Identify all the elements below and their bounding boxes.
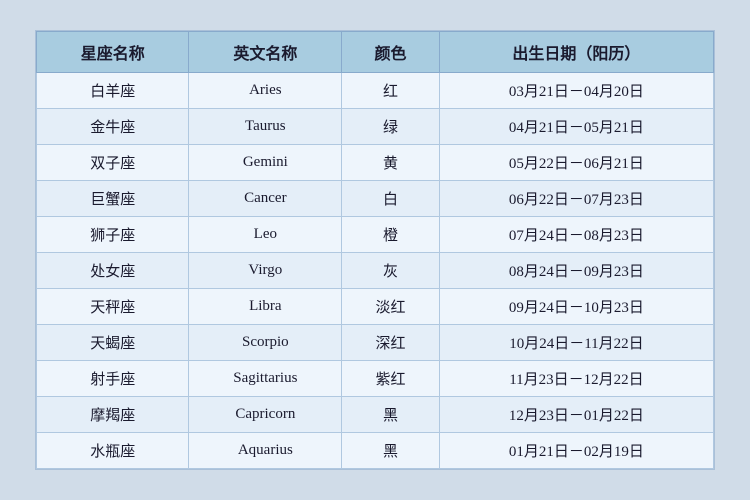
cell-english-name: Capricorn — [189, 397, 342, 433]
cell-dates: 12月23日－01月22日 — [439, 397, 713, 433]
cell-color: 白 — [342, 181, 440, 217]
table-row: 射手座Sagittarius紫红11月23日－12月22日 — [37, 361, 714, 397]
cell-chinese-name: 双子座 — [37, 145, 189, 181]
cell-dates: 08月24日－09月23日 — [439, 253, 713, 289]
header-chinese-name: 星座名称 — [37, 32, 189, 73]
cell-dates: 07月24日－08月23日 — [439, 217, 713, 253]
cell-chinese-name: 处女座 — [37, 253, 189, 289]
cell-english-name: Libra — [189, 289, 342, 325]
cell-dates: 10月24日－11月22日 — [439, 325, 713, 361]
cell-chinese-name: 巨蟹座 — [37, 181, 189, 217]
table-row: 摩羯座Capricorn黑12月23日－01月22日 — [37, 397, 714, 433]
cell-color: 红 — [342, 73, 440, 109]
cell-dates: 03月21日－04月20日 — [439, 73, 713, 109]
cell-chinese-name: 摩羯座 — [37, 397, 189, 433]
cell-english-name: Cancer — [189, 181, 342, 217]
cell-chinese-name: 狮子座 — [37, 217, 189, 253]
cell-chinese-name: 射手座 — [37, 361, 189, 397]
cell-color: 黄 — [342, 145, 440, 181]
table-row: 狮子座Leo橙07月24日－08月23日 — [37, 217, 714, 253]
cell-color: 黑 — [342, 433, 440, 469]
table-row: 天蝎座Scorpio深红10月24日－11月22日 — [37, 325, 714, 361]
cell-color: 绿 — [342, 109, 440, 145]
cell-dates: 09月24日－10月23日 — [439, 289, 713, 325]
cell-chinese-name: 金牛座 — [37, 109, 189, 145]
table-body: 白羊座Aries红03月21日－04月20日金牛座Taurus绿04月21日－0… — [37, 73, 714, 469]
cell-chinese-name: 水瓶座 — [37, 433, 189, 469]
cell-dates: 06月22日－07月23日 — [439, 181, 713, 217]
zodiac-table-container: 星座名称 英文名称 颜色 出生日期（阳历） 白羊座Aries红03月21日－04… — [35, 30, 715, 470]
cell-english-name: Sagittarius — [189, 361, 342, 397]
cell-color: 橙 — [342, 217, 440, 253]
table-row: 天秤座Libra淡红09月24日－10月23日 — [37, 289, 714, 325]
cell-dates: 01月21日－02月19日 — [439, 433, 713, 469]
zodiac-table: 星座名称 英文名称 颜色 出生日期（阳历） 白羊座Aries红03月21日－04… — [36, 31, 714, 469]
header-dates: 出生日期（阳历） — [439, 32, 713, 73]
cell-chinese-name: 白羊座 — [37, 73, 189, 109]
cell-english-name: Virgo — [189, 253, 342, 289]
table-row: 金牛座Taurus绿04月21日－05月21日 — [37, 109, 714, 145]
cell-chinese-name: 天秤座 — [37, 289, 189, 325]
header-english-name: 英文名称 — [189, 32, 342, 73]
cell-english-name: Scorpio — [189, 325, 342, 361]
cell-color: 灰 — [342, 253, 440, 289]
table-header-row: 星座名称 英文名称 颜色 出生日期（阳历） — [37, 32, 714, 73]
cell-chinese-name: 天蝎座 — [37, 325, 189, 361]
cell-color: 深红 — [342, 325, 440, 361]
cell-color: 淡红 — [342, 289, 440, 325]
cell-dates: 04月21日－05月21日 — [439, 109, 713, 145]
cell-english-name: Aries — [189, 73, 342, 109]
table-row: 巨蟹座Cancer白06月22日－07月23日 — [37, 181, 714, 217]
cell-english-name: Aquarius — [189, 433, 342, 469]
cell-dates: 05月22日－06月21日 — [439, 145, 713, 181]
table-row: 白羊座Aries红03月21日－04月20日 — [37, 73, 714, 109]
cell-english-name: Taurus — [189, 109, 342, 145]
cell-color: 紫红 — [342, 361, 440, 397]
cell-english-name: Gemini — [189, 145, 342, 181]
cell-english-name: Leo — [189, 217, 342, 253]
table-row: 双子座Gemini黄05月22日－06月21日 — [37, 145, 714, 181]
table-row: 水瓶座Aquarius黑01月21日－02月19日 — [37, 433, 714, 469]
header-color: 颜色 — [342, 32, 440, 73]
cell-color: 黑 — [342, 397, 440, 433]
table-row: 处女座Virgo灰08月24日－09月23日 — [37, 253, 714, 289]
cell-dates: 11月23日－12月22日 — [439, 361, 713, 397]
